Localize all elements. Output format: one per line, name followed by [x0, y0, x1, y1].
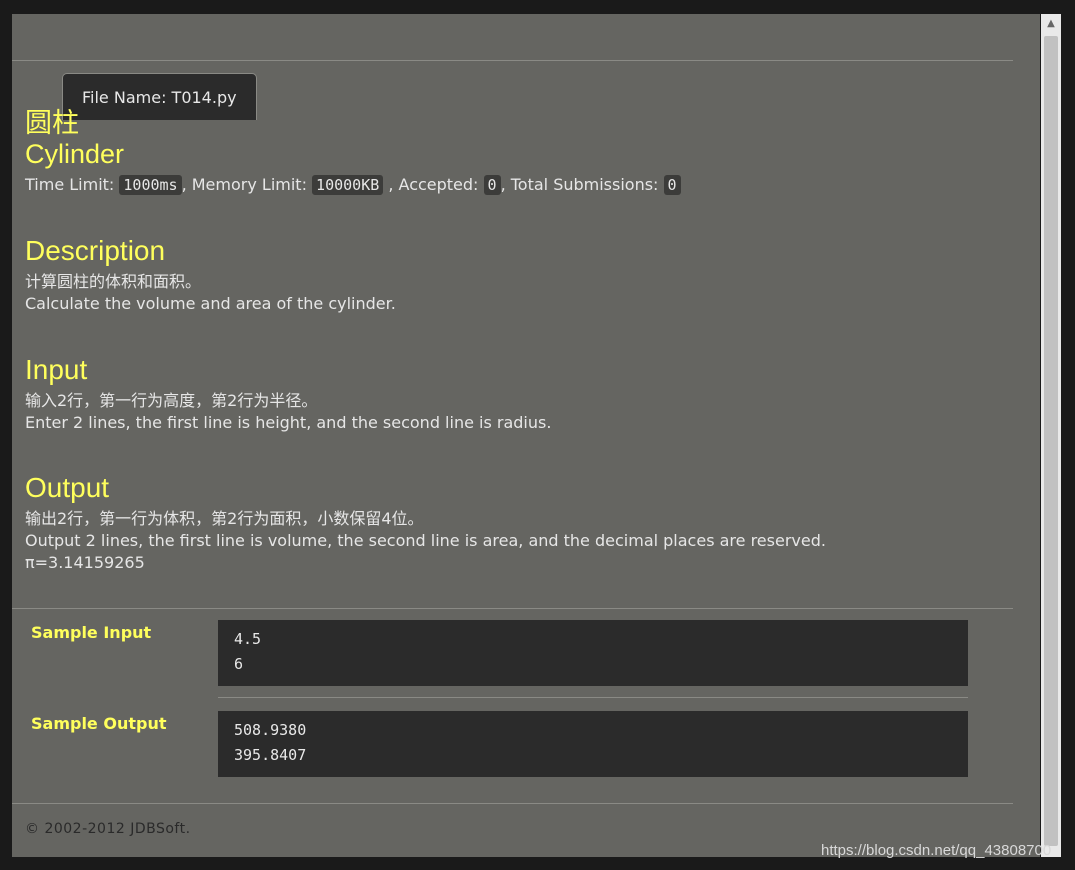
scrollbar-thumb[interactable]	[1044, 36, 1058, 846]
memory-limit-value: 10000KB	[312, 175, 384, 195]
footer-copyright: © 2002-2012 JDBSoft.	[25, 821, 191, 837]
tab-label: File Name: T014.py	[82, 88, 237, 107]
sample-output-line: 508.9380	[234, 721, 307, 739]
time-limit-value: 1000ms	[119, 175, 182, 195]
sample-input-line: 4.5	[234, 630, 262, 648]
input-heading: Input	[25, 354, 88, 385]
description-heading: Description	[25, 235, 166, 266]
sample-input-box[interactable]: 4.5 6	[218, 620, 968, 686]
divider	[12, 608, 1013, 609]
vertical-scrollbar[interactable]: ▲	[1041, 14, 1061, 857]
output-text-pi: π=3.14159265	[25, 553, 145, 572]
accepted-value: 0	[483, 175, 501, 195]
problem-title-en: Cylinder	[25, 139, 125, 169]
time-limit-label: Time Limit:	[25, 175, 120, 194]
total-submissions-label: , Total Submissions:	[500, 175, 664, 194]
input-text-cn: 输入2行，第一行为高度，第2行为半径。	[25, 391, 318, 410]
sample-output-line: 395.8407	[234, 746, 307, 764]
total-submissions-value: 0	[663, 175, 681, 195]
sample-separator	[218, 697, 968, 698]
sample-input-line: 6	[234, 655, 244, 673]
output-text-en: Output 2 lines, the first line is volume…	[25, 531, 826, 550]
watermark-url: https://blog.csdn.net/qq_43808700	[821, 842, 1052, 859]
sample-input-label: Sample Input	[31, 623, 152, 642]
scroll-up-arrow-icon[interactable]: ▲	[1041, 14, 1061, 34]
sample-output-label: Sample Output	[31, 714, 167, 733]
output-text-cn: 输出2行，第一行为体积，第2行为面积，小数保留4位。	[25, 509, 424, 528]
input-text-en: Enter 2 lines, the first line is height,…	[25, 413, 552, 432]
description-text-cn: 计算圆柱的体积和面积。	[25, 272, 202, 291]
sample-output-box[interactable]: 508.9380 395.8407	[218, 711, 968, 777]
accepted-label: , Accepted:	[383, 175, 484, 194]
output-heading: Output	[25, 472, 110, 503]
tab-bar: File Name: T014.py	[12, 60, 1013, 120]
problem-title-cn: 圆柱	[25, 108, 79, 138]
divider	[12, 803, 1013, 804]
tab-file-name[interactable]: File Name: T014.py	[62, 73, 257, 120]
description-text-en: Calculate the volume and area of the cyl…	[25, 294, 396, 313]
memory-limit-label: , Memory Limit:	[181, 175, 313, 194]
problem-limits: Time Limit: 1000ms, Memory Limit: 10000K…	[25, 173, 681, 197]
